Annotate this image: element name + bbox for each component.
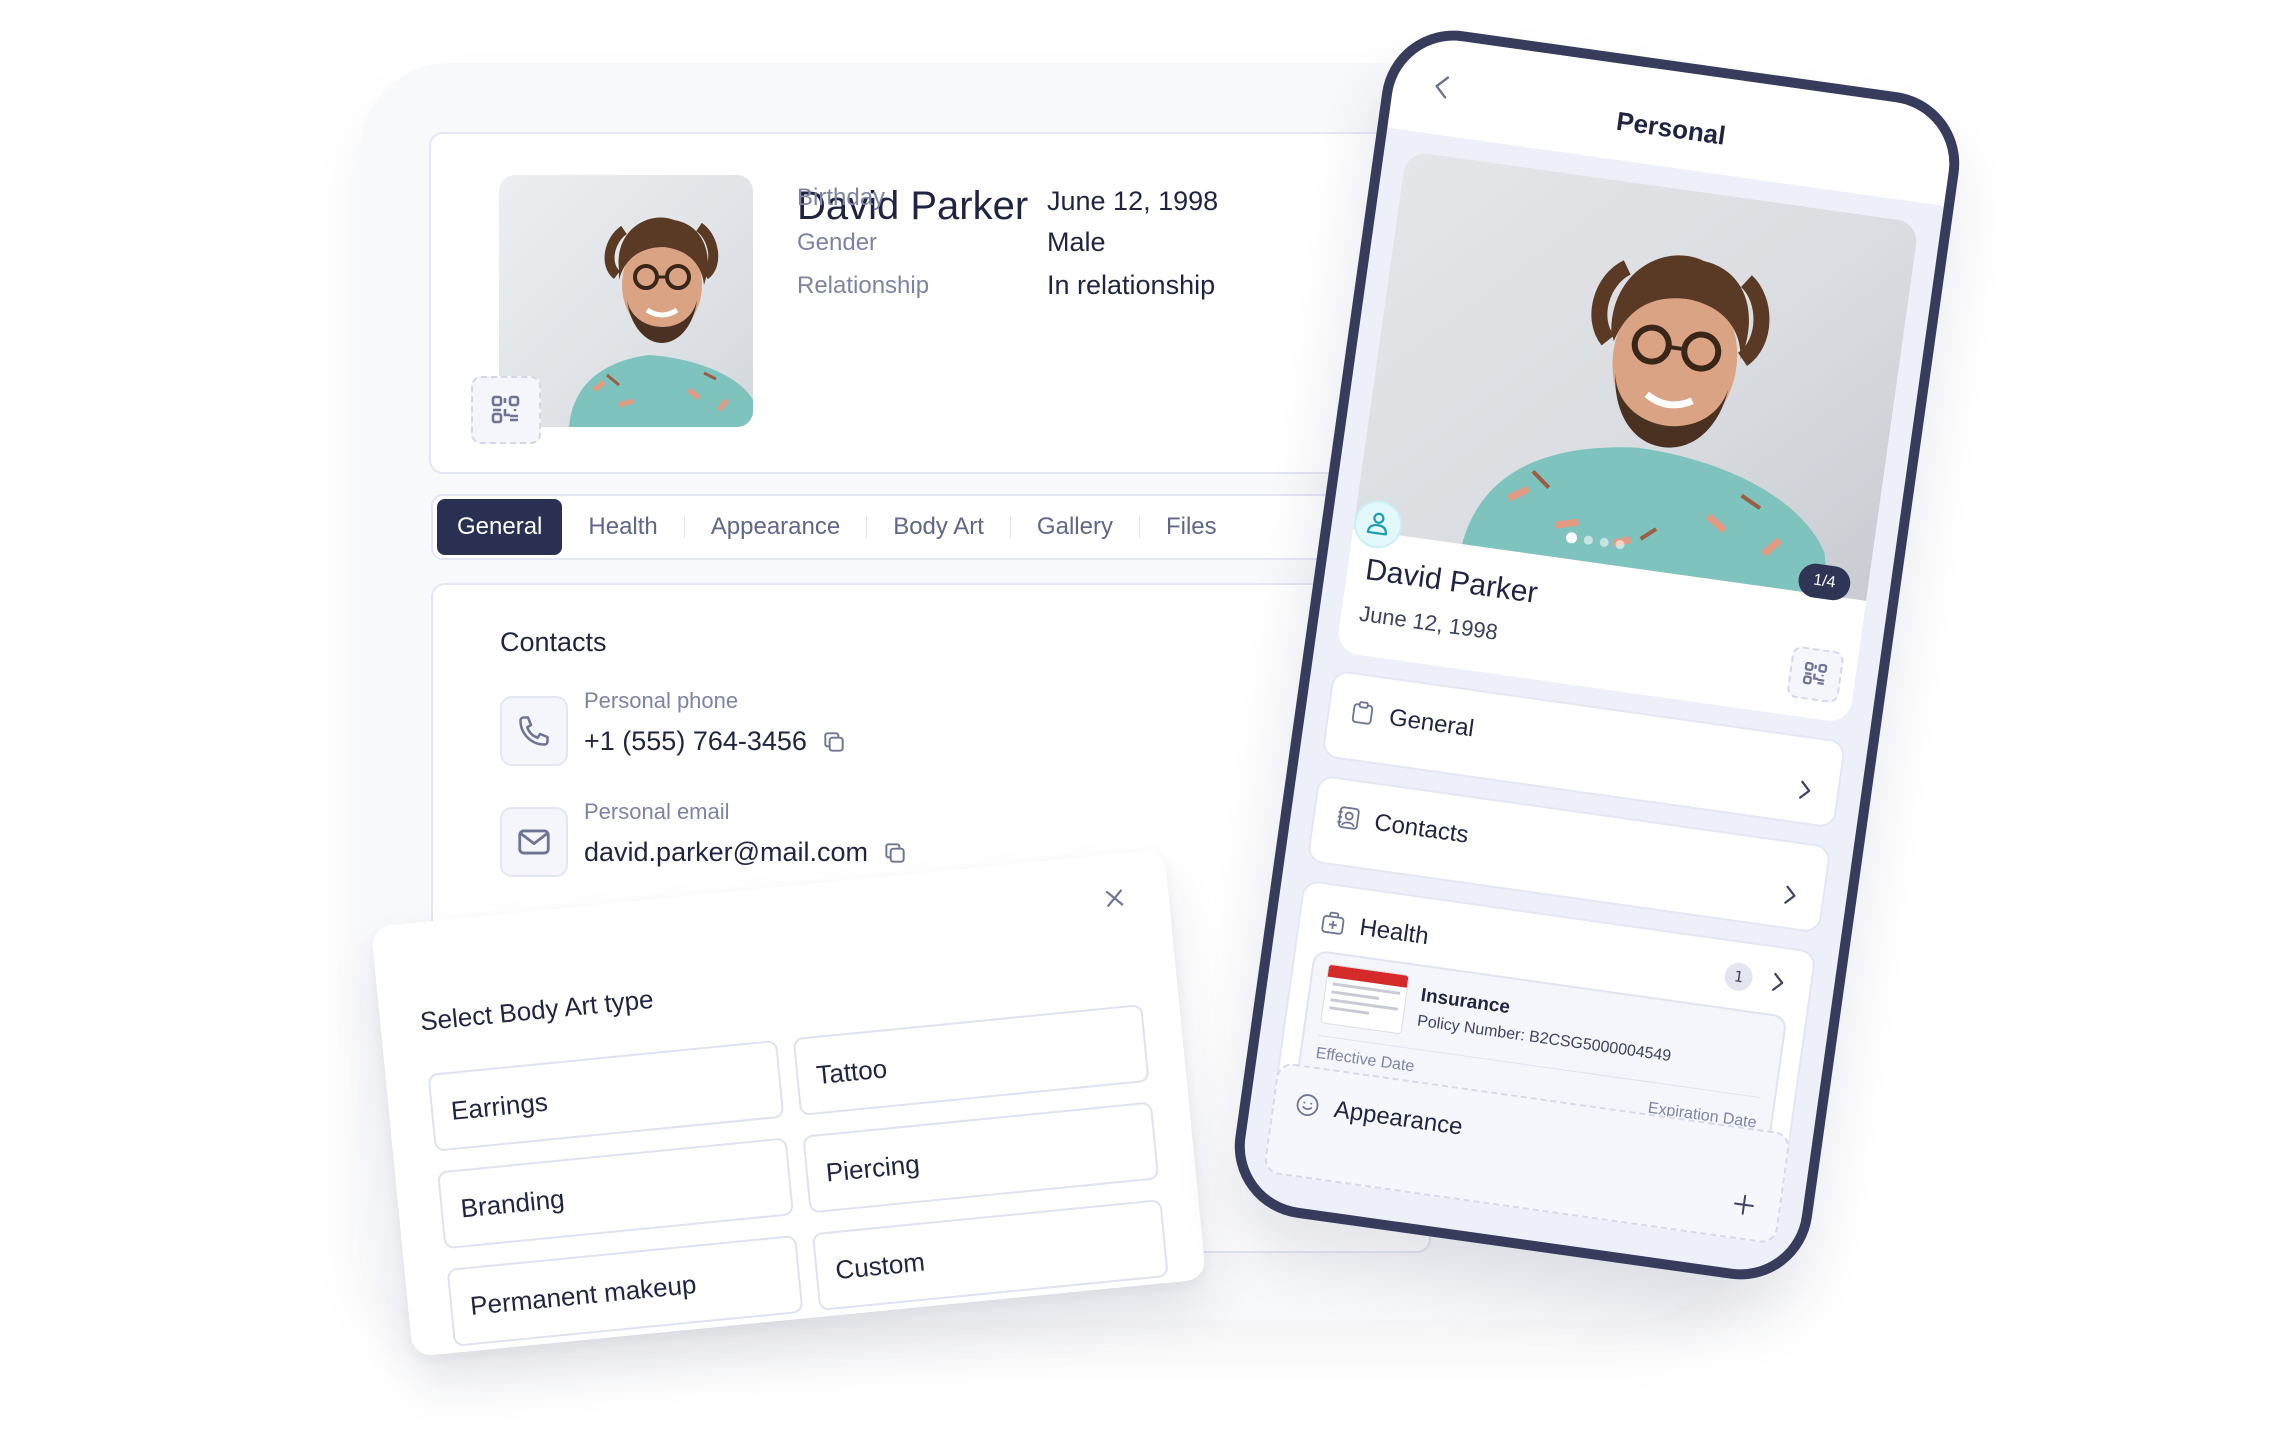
medical-kit-icon [1318, 908, 1347, 937]
close-icon [1105, 889, 1124, 907]
section-label: General [1387, 703, 1476, 743]
tab-general[interactable]: General [437, 499, 563, 555]
phone-icon [519, 716, 549, 746]
option-earrings[interactable]: Earrings [427, 1039, 785, 1152]
body-art-type-modal: Select Body Art type Earrings Tattoo Bra… [370, 849, 1207, 1357]
email-value-row: david.parker@mail.com [584, 837, 908, 868]
contact-book-icon [1333, 803, 1362, 832]
clipboard-icon [1348, 698, 1377, 727]
policy-number: B2CSG5000004549 [1527, 1028, 1673, 1066]
tab-files[interactable]: Files [1140, 499, 1243, 555]
copy-icon[interactable] [821, 729, 847, 755]
insurance-policy: Policy Number: B2CSG5000004549 [1416, 1013, 1672, 1066]
phone-profile-name: David Parker [1363, 553, 1540, 610]
mail-icon-box [500, 807, 568, 877]
plus-icon [1734, 1194, 1754, 1215]
tab-appearance[interactable]: Appearance [685, 499, 866, 555]
qr-code-button[interactable] [471, 376, 541, 444]
chevron-right-icon[interactable] [1767, 969, 1790, 996]
pagination-dot[interactable] [1615, 539, 1626, 550]
tab-body-art[interactable]: Body Art [867, 499, 1010, 555]
modal-title: Select Body Art type [418, 983, 655, 1037]
smile-icon [1293, 1090, 1322, 1119]
qr-code-icon [491, 395, 520, 424]
chevron-right-icon[interactable] [1779, 882, 1802, 909]
mail-icon [518, 829, 550, 855]
option-permanent-makeup[interactable]: Permanent makeup [446, 1234, 804, 1347]
gender-value: Male [1047, 227, 1106, 257]
phone-icon-box [500, 696, 568, 766]
email-label: Personal email [584, 799, 730, 824]
phone-profile-birthday: June 12, 1998 [1357, 600, 1500, 645]
phone-value-row: +1 (555) 764-3456 [584, 726, 847, 757]
section-label: Contacts [1372, 808, 1471, 849]
phone-profile-photo[interactable] [1353, 150, 1920, 601]
email-value[interactable]: david.parker@mail.com [584, 837, 868, 868]
tab-health[interactable]: Health [562, 499, 683, 555]
relationship-value: In relationship [1047, 270, 1216, 300]
section-label: Health [1357, 913, 1431, 951]
option-piercing[interactable]: Piercing [802, 1101, 1160, 1214]
phone-label: Personal phone [584, 688, 739, 713]
phone-profile-card: 1/4 David Parker June 12, 1998 [1335, 150, 1920, 724]
pagination-dot[interactable] [1583, 535, 1594, 546]
section-label: Appearance [1332, 1095, 1465, 1141]
user-icon [1366, 512, 1387, 536]
contacts-title: Contacts [500, 627, 607, 657]
tab-bar: General Health Appearance Body Art Galle… [431, 494, 1431, 560]
close-button[interactable] [1099, 883, 1130, 914]
pagination-dot[interactable] [1599, 537, 1610, 548]
policy-label: Policy Number: [1416, 1012, 1526, 1045]
option-tattoo[interactable]: Tattoo [792, 1004, 1150, 1116]
health-count-badge: 1 [1722, 961, 1755, 993]
insurance-card-thumbnail [1320, 963, 1410, 1035]
person-photo-illustration [1462, 255, 1829, 596]
birthday-label: Birthday [797, 184, 886, 211]
pagination-dot[interactable] [1565, 531, 1578, 545]
chevron-right-icon[interactable] [1794, 777, 1817, 804]
option-branding[interactable]: Branding [437, 1137, 794, 1250]
phone-value[interactable]: +1 (555) 764-3456 [584, 726, 807, 757]
tab-gallery[interactable]: Gallery [1011, 499, 1139, 555]
profile-card: David Parker Birthday June 12, 1998 Gend… [429, 132, 1429, 474]
qr-code-icon [1802, 661, 1828, 685]
gender-label: Gender [797, 229, 878, 256]
phone-qr-code-button[interactable] [1786, 645, 1845, 704]
copy-icon[interactable] [882, 840, 908, 866]
relationship-label: Relationship [797, 272, 930, 299]
birthday-value: June 12, 1998 [1047, 186, 1219, 216]
add-appearance-button[interactable] [1729, 1190, 1758, 1219]
